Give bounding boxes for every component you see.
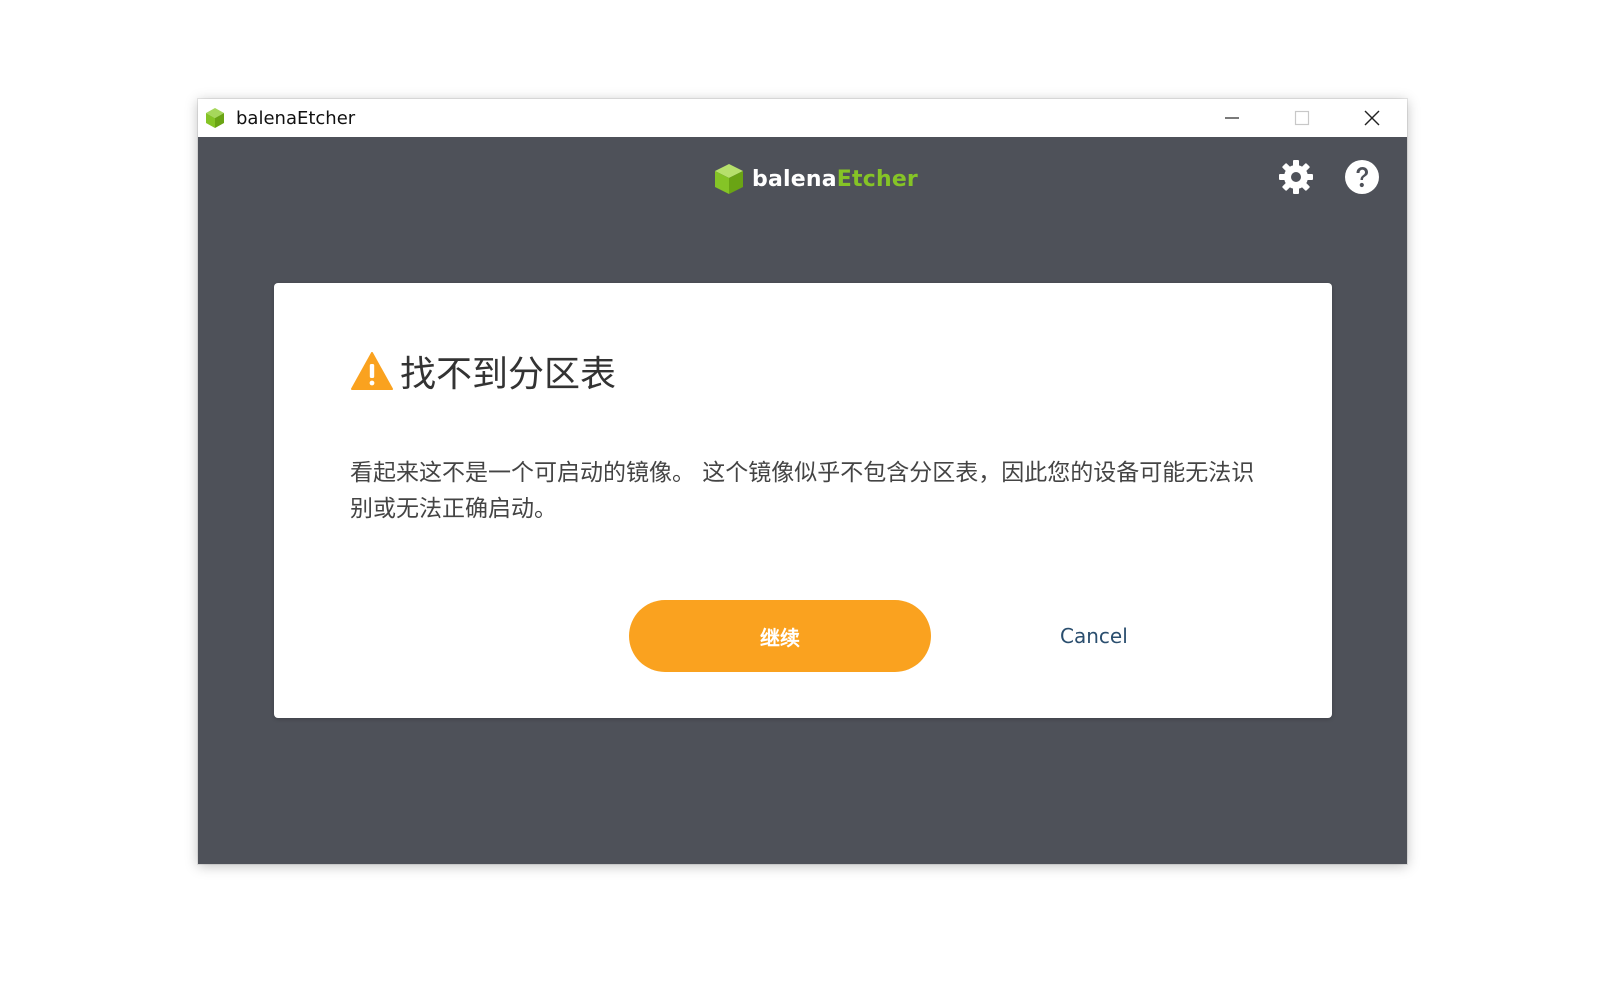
close-button[interactable] — [1337, 99, 1407, 137]
maximize-icon — [1294, 110, 1310, 126]
close-icon — [1364, 110, 1380, 126]
warning-icon — [350, 351, 394, 391]
dialog-title: 找不到分区表 — [400, 354, 617, 395]
gear-icon — [1279, 160, 1313, 194]
dialog-message: 看起来这不是一个可启动的镜像。 这个镜像似乎不包含分区表，因此您的设备可能无法识… — [350, 460, 1255, 522]
warning-dialog: 找不到分区表 看起来这不是一个可启动的镜像。 这个镜像似乎不包含分区表，因此您的… — [274, 283, 1332, 718]
app-cube-icon — [204, 107, 226, 129]
window-title: balenaEtcher — [236, 107, 356, 129]
etcher-cube-logo-icon — [715, 164, 743, 194]
help-icon — [1345, 160, 1379, 194]
brand-primary-text: balena — [752, 166, 837, 192]
minimize-button[interactable] — [1197, 99, 1267, 137]
app-window: balenaEtcher balenaEtcher 找不到分区表 看起来这不是一… — [198, 99, 1407, 864]
dialog-heading: 找不到分区表 — [350, 345, 616, 397]
main-content: balenaEtcher 找不到分区表 看起来这不是一个可启动的镜像。 这个镜像… — [198, 137, 1407, 864]
brand-logo: balenaEtcher — [714, 161, 918, 197]
settings-button[interactable] — [1276, 157, 1316, 197]
help-button[interactable] — [1342, 157, 1382, 197]
brand-secondary-text: Etcher — [836, 166, 918, 192]
maximize-button[interactable] — [1267, 99, 1337, 137]
minimize-icon — [1225, 117, 1239, 119]
continue-button[interactable]: 继续 — [629, 600, 931, 672]
title-bar[interactable]: balenaEtcher — [198, 99, 1407, 137]
cancel-button[interactable]: Cancel — [1052, 618, 1136, 654]
